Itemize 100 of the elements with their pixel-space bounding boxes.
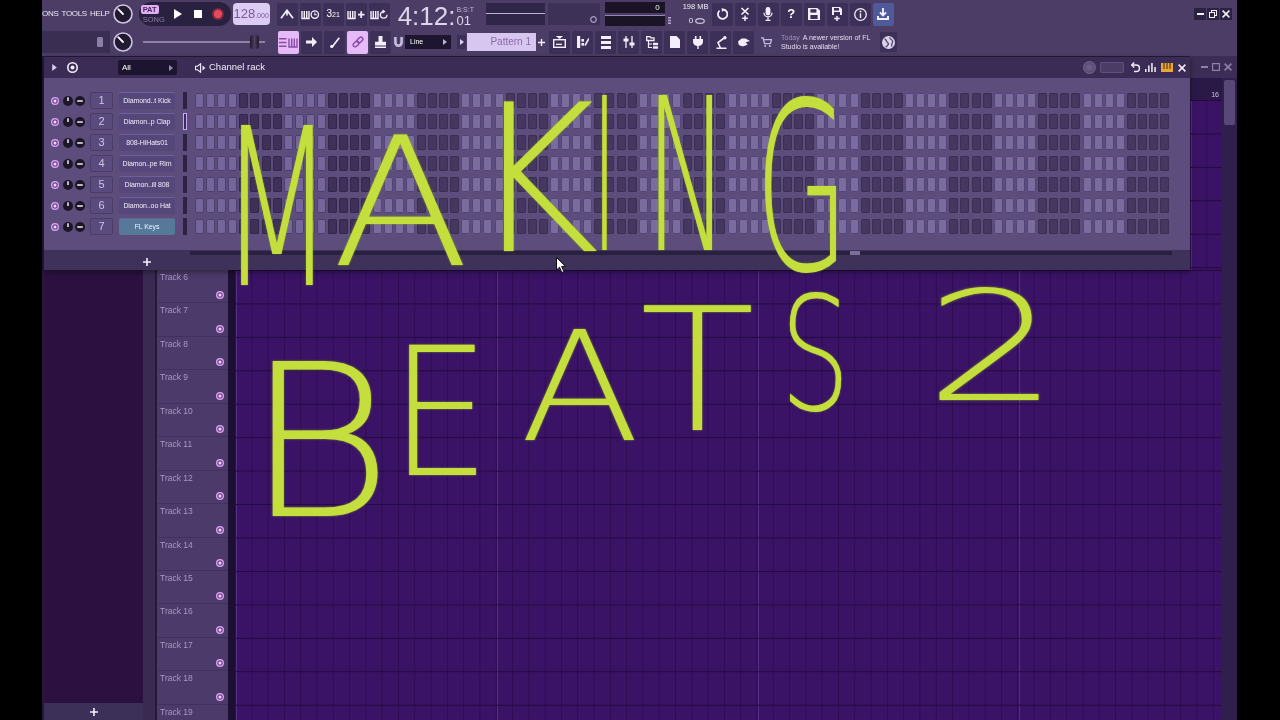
select-indicator[interactable] — [183, 113, 187, 130]
plus-icon[interactable] — [143, 258, 151, 266]
playlist-button[interactable] — [549, 30, 570, 54]
mute-led-icon[interactable] — [216, 425, 224, 434]
pan-knob-icon[interactable] — [63, 179, 73, 190]
minimize-button[interactable] — [1194, 8, 1206, 20]
stop-icon — [193, 10, 202, 18]
mixer-button[interactable] — [618, 30, 639, 54]
step-edit-button[interactable] — [345, 2, 367, 26]
slider-thumb[interactable] — [250, 35, 260, 49]
mixer-track-number[interactable]: 1 — [90, 92, 113, 109]
metronome-button[interactable] — [276, 2, 298, 26]
arrow-toggle-button[interactable] — [301, 30, 322, 54]
channel-list-button[interactable] — [595, 30, 616, 54]
volume-knob-icon[interactable] — [75, 179, 85, 190]
keys-clock-icon — [301, 8, 320, 20]
volume-knob-icon[interactable] — [75, 95, 85, 106]
mute-led-icon[interactable] — [216, 692, 224, 701]
loop-record-button[interactable] — [368, 2, 390, 26]
grip-icon — [667, 17, 671, 25]
performance-button[interactable] — [710, 30, 731, 54]
mute-led-icon[interactable] — [216, 458, 224, 467]
overlay-letter: N — [645, 95, 730, 259]
document-button[interactable] — [664, 30, 685, 54]
arrow-right-icon — [306, 37, 317, 47]
master-knob-icon[interactable] — [112, 4, 133, 24]
time-ticks: 01 — [456, 14, 472, 27]
snap-toggle-button[interactable] — [278, 30, 299, 54]
mute-led-icon[interactable] — [216, 358, 224, 367]
target-icon[interactable] — [67, 62, 78, 73]
pan-knob-icon[interactable] — [63, 158, 73, 169]
triangle-icon[interactable] — [52, 64, 57, 71]
maximize-icon[interactable] — [1212, 63, 1220, 71]
mute-led-icon[interactable] — [216, 492, 224, 501]
mute-led-icon[interactable] — [216, 324, 224, 333]
volume-knob-icon[interactable] — [75, 116, 85, 127]
mute-led-icon[interactable] — [216, 525, 224, 534]
pattern-menu-button[interactable] — [457, 35, 466, 49]
record-audio-button[interactable] — [757, 2, 779, 26]
close-button[interactable] — [1220, 8, 1232, 20]
menu-item[interactable]: ONS — [42, 10, 59, 18]
menu-item[interactable]: HELP — [89, 10, 110, 18]
pitch-knob-icon[interactable] — [113, 32, 133, 52]
speaker-icon[interactable] — [195, 62, 206, 73]
info-button[interactable] — [849, 2, 871, 26]
wait-for-input-button[interactable] — [299, 2, 321, 26]
filter-dropdown[interactable]: All — [118, 60, 177, 75]
help-button[interactable]: ? — [780, 2, 802, 26]
pan-knob-icon[interactable] — [63, 95, 73, 106]
volume-knob-icon[interactable] — [75, 158, 85, 169]
pan-knob-icon[interactable] — [63, 200, 73, 211]
mute-led-icon[interactable] — [51, 159, 59, 168]
mute-led-icon[interactable] — [51, 96, 59, 105]
mute-led-icon[interactable] — [51, 180, 59, 189]
track-name: Track 13 — [160, 506, 194, 517]
mixer-track-number[interactable]: 5 — [90, 176, 113, 193]
pan-knob-icon[interactable] — [63, 221, 73, 232]
step-sequencer-button[interactable] — [572, 30, 593, 54]
plus-icon[interactable] — [89, 707, 98, 716]
plugin-button[interactable] — [687, 30, 708, 54]
mute-led-icon[interactable] — [216, 625, 224, 634]
reload-button[interactable] — [711, 2, 733, 26]
bar-graph-icon[interactable] — [1145, 63, 1156, 72]
globe-button[interactable] — [880, 32, 897, 52]
touch-button[interactable] — [733, 30, 754, 54]
menu-item[interactable]: TOOLS — [61, 10, 87, 18]
save-new-button[interactable] — [826, 2, 848, 26]
pan-knob-icon[interactable] — [63, 137, 73, 148]
volume-knob-icon[interactable] — [75, 137, 85, 148]
cut-button[interactable] — [734, 2, 756, 26]
mixer-track-number[interactable]: 2 — [90, 113, 113, 130]
mute-led-icon[interactable] — [216, 659, 224, 668]
mixer-track-number[interactable]: 4 — [90, 155, 113, 172]
mute-led-icon[interactable] — [216, 391, 224, 400]
volume-knob-icon[interactable] — [75, 200, 85, 211]
close-icon — [1222, 10, 1230, 18]
mute-led-icon[interactable] — [216, 592, 224, 601]
mixer-track-number[interactable]: 6 — [90, 197, 113, 214]
mute-led-icon[interactable] — [51, 138, 59, 147]
stamp-toggle-button[interactable] — [370, 30, 391, 54]
save-button[interactable] — [803, 2, 825, 26]
track-name: Track 11 — [160, 439, 194, 450]
scrollbar[interactable] — [1222, 78, 1237, 720]
volume-knob-icon[interactable] — [75, 221, 85, 232]
pan-knob-icon[interactable] — [63, 116, 73, 127]
link-toggle-button[interactable] — [347, 30, 368, 54]
hand-icon — [737, 37, 750, 47]
browser-button[interactable] — [641, 30, 662, 54]
mute-led-icon[interactable] — [216, 558, 224, 567]
mixer-track-number[interactable]: 3 — [90, 134, 113, 151]
download-button[interactable] — [872, 2, 894, 26]
brush-toggle-button[interactable] — [324, 30, 345, 54]
mute-led-icon[interactable] — [216, 291, 224, 300]
mute-led-icon[interactable] — [51, 222, 59, 231]
undo-icon[interactable] — [1131, 62, 1140, 73]
mixer-track-number[interactable]: 7 — [90, 218, 113, 235]
inactive-field — [1100, 62, 1124, 73]
restore-button[interactable] — [1207, 8, 1219, 20]
mute-led-icon[interactable] — [51, 117, 59, 126]
mute-led-icon[interactable] — [51, 201, 59, 210]
